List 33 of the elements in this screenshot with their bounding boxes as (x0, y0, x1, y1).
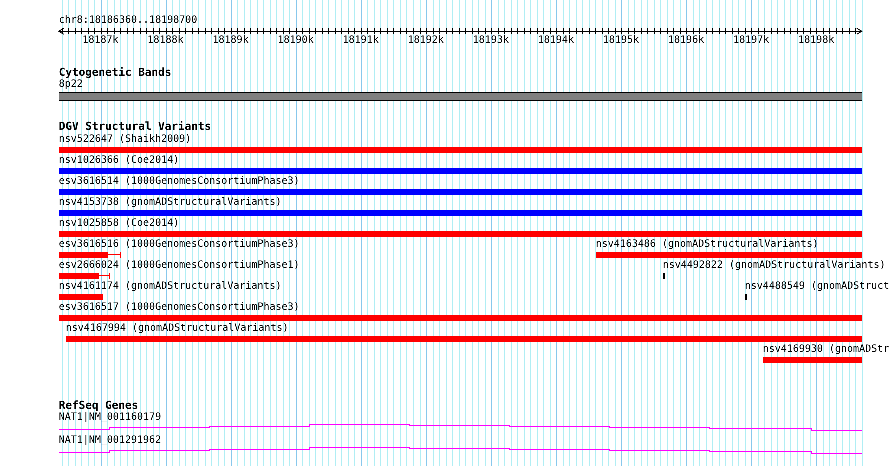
ruler-label: 18192k (406, 35, 446, 47)
variant-label: nsv4161174 (gnomADStructuralVariants) (59, 281, 282, 293)
variant-label: nsv4167994 (gnomADStructuralVariants) (66, 323, 289, 335)
variant-label: esv2666024 (1000GenomesConsortiumPhase1) (59, 260, 300, 272)
ruler-label: 18193k (472, 35, 510, 47)
track-title: DGV Structural Variants (59, 121, 212, 133)
track-title: Cytogenetic Bands (59, 67, 172, 79)
ruler-label: 18191k (342, 35, 380, 47)
track-title: RefSeq Genes (59, 400, 138, 412)
ruler-label: 18195k (602, 35, 640, 47)
variant-label: nsv4163486 (gnomADStructuralVariants) (596, 239, 819, 251)
ruler-label: 18187k (82, 35, 120, 47)
gene-label: NAT1|NM_001291962 (59, 435, 162, 447)
ruler-label: 18197k (732, 35, 770, 47)
variant-label: esv3616514 (1000GenomesConsortiumPhase3) (59, 176, 300, 188)
ruler-label: 18188k (146, 35, 185, 47)
variant-label: nsv522647 (Shaikh2009) (59, 134, 192, 146)
ruler-label: 18198k (797, 35, 836, 47)
ruler-label: 18189k (212, 35, 250, 47)
variant-label: nsv4153738 (gnomADStructuralVariants) (59, 197, 282, 209)
variant-label: nsv1026366 (Coe2014) (59, 155, 180, 167)
variant-label: nsv4492822 (gnomADStructuralVariants) (663, 260, 886, 272)
variant-label: esv3616517 (1000GenomesConsortiumPhase3) (59, 302, 300, 314)
variant-label: nsv4169930 (gnomADStr (763, 344, 890, 356)
band-label: 8p22 (59, 79, 84, 91)
ruler-label: 18194k (537, 35, 576, 47)
variant-label: esv3616516 (1000GenomesConsortiumPhase3) (59, 239, 300, 251)
ruler-label: 18196k (667, 35, 706, 47)
gene-label: NAT1|NM_001160179 (59, 412, 162, 424)
location-label: chr8:18186360..18198700 (59, 15, 198, 27)
variant-label: nsv1025858 (Coe2014) (59, 218, 180, 230)
variant-label: nsv4488549 (gnomADStruct (745, 281, 890, 293)
ruler-label: 18190k (276, 35, 315, 47)
